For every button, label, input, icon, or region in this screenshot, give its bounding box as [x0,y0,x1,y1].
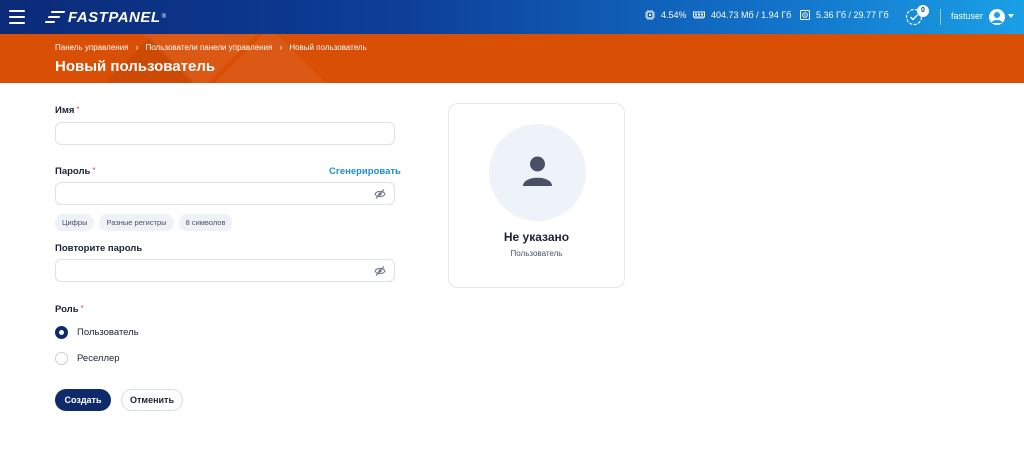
preview-name: Не указано [503,230,570,244]
user-icon [523,156,552,186]
menu-icon[interactable] [9,10,25,24]
create-button[interactable]: Создать [55,389,111,411]
ram-value: 404.73 Мб / 1.94 Гб [711,10,792,20]
chevron-right-icon: › [135,42,139,52]
password-input[interactable] [55,182,395,205]
required-mark: * [80,304,84,313]
logo[interactable]: FASTPANEL ® [44,8,166,26]
cancel-button[interactable]: Отменить [121,389,183,411]
chevron-right-icon: › [279,42,283,52]
breadcrumb: Панель управления › Пользователи панели … [55,42,367,52]
role-option-label: Пользователь [77,327,139,338]
disk-value: 5.36 Гб / 29.77 Гб [816,10,889,20]
generate-password-link[interactable]: Сгенерировать [329,166,401,177]
repeat-password-label: Повторите пароль [55,243,143,254]
logo-icon [44,10,66,24]
logo-text: FASTPANEL [68,8,161,26]
eye-off-icon[interactable] [374,265,386,277]
page-title: Новый пользователь [55,58,216,75]
cpu-value: 4.54% [661,10,687,20]
role-label: Роль * [55,304,84,315]
role-option-label: Реселлер [77,353,120,364]
username[interactable]: fastuser [951,11,983,21]
cpu-stat: 4.54% [645,10,687,20]
role-option-reseller[interactable]: Реселлер [55,352,120,365]
ram-icon [693,11,705,19]
hint-mixed-case: Разные регистры [99,214,174,231]
user-preview-card: Не указано Пользователь [448,103,625,288]
breadcrumb-item-current: Новый пользователь [289,42,367,52]
cpu-icon [645,10,655,20]
disk-icon [800,10,810,20]
disk-stat: 5.36 Гб / 29.77 Гб [800,10,889,20]
required-mark: * [92,166,96,175]
required-mark: * [76,105,80,114]
hint-length: 8 символов [178,214,233,231]
radio-checked[interactable] [55,326,68,339]
top-navbar: FASTPANEL ® 4.54% 404.73 Мб / 1.94 Гб 5.3… [0,0,1024,34]
password-label: Пароль * [55,166,96,177]
repeat-password-input[interactable] [55,259,395,282]
logo-registered-mark: ® [161,14,166,20]
eye-off-icon[interactable] [374,188,386,200]
role-option-user[interactable]: Пользователь [55,326,139,339]
notifications-badge: 0 [917,5,929,17]
user-avatar-icon[interactable] [989,9,1005,25]
preview-role: Пользователь [510,249,563,258]
name-label: Имя * [55,105,80,116]
breadcrumb-item-panel-users[interactable]: Пользователи панели управления [146,43,273,52]
hint-digits: Цифры [55,214,95,231]
breadcrumb-item-dashboard[interactable]: Панель управления [55,43,129,52]
page-header: Панель управления › Пользователи панели … [0,34,1024,83]
name-input[interactable] [55,122,395,145]
avatar [489,124,586,221]
chevron-down-icon[interactable] [1008,14,1014,18]
topbar-divider [940,9,941,25]
radio-unchecked[interactable] [55,352,68,365]
ram-stat: 404.73 Мб / 1.94 Гб [693,10,791,20]
password-hints: Цифры Разные регистры 8 символов [55,214,237,231]
